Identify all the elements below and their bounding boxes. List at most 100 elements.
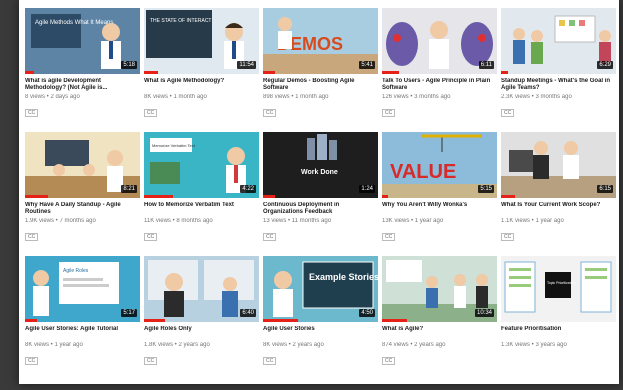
video-meta: 11K views • 8 months ago: [144, 218, 213, 224]
video-meta: 13K views • 1 year ago: [382, 218, 444, 224]
thumb-text: Topic Prioritization: [547, 281, 575, 285]
video-title[interactable]: Agile User Stories: [263, 326, 378, 340]
video-thumbnail[interactable]: 6:29: [501, 8, 616, 74]
video-title[interactable]: Regular Demos - Boosting Agile Software: [263, 78, 378, 92]
upload-age: 7 months ago: [59, 218, 96, 224]
video-duration: 5:18: [121, 61, 137, 69]
video-title[interactable]: Agile Roles Only: [144, 326, 259, 340]
cc-badge: CC: [501, 109, 515, 117]
video-duration: 1:24: [359, 185, 375, 193]
thumb-text: Work Done: [301, 169, 338, 176]
video-title[interactable]: What is agile Development Methodology? (…: [25, 78, 140, 92]
video-title[interactable]: Standup Meetings - What's the Goal in Ag…: [501, 78, 616, 92]
upload-age: 1 month ago: [173, 94, 207, 100]
watch-progress: [501, 195, 515, 198]
watch-progress: [25, 71, 35, 74]
video-meta: 898 views • 1 month ago: [263, 94, 329, 100]
video-title[interactable]: What is Agile?: [382, 326, 497, 340]
view-count: 1.3K views: [501, 342, 531, 348]
watch-progress: [501, 71, 508, 74]
thumbnail-art: Topic Prioritization: [501, 256, 616, 322]
video-thumbnail[interactable]: VALUE 5:15: [382, 132, 497, 198]
video-title[interactable]: Agile User Stories: Agile Tutorial: [25, 326, 140, 340]
upload-age: 1 month ago: [295, 94, 329, 100]
video-card[interactable]: THE STATE OF INTERACT 11:54 What is Agil…: [144, 8, 259, 132]
watch-progress: [144, 195, 173, 198]
upload-age: 1 year ago: [535, 218, 564, 224]
video-card[interactable]: Memorize Verbatim Text 4:22 How to Memor…: [144, 132, 259, 256]
watch-progress: [263, 71, 275, 74]
video-thumbnail[interactable]: Agile Roles 5:17: [25, 256, 140, 322]
video-title[interactable]: Why You Aren't Willy Wonka's: [382, 202, 497, 216]
video-card[interactable]: 6:15 What Is Your Current Work Scope? 1.…: [501, 132, 616, 256]
video-card[interactable]: Agile Roles 5:17 Agile User Stories: Agi…: [25, 256, 140, 380]
video-card[interactable]: VALUE 5:15 Why You Aren't Willy Wonka's …: [382, 132, 497, 256]
video-meta: 1.9K views • 7 months ago: [25, 218, 96, 224]
view-count: 898 views: [263, 94, 290, 100]
video-thumbnail[interactable]: Topic Prioritization: [501, 256, 616, 322]
watch-progress: [25, 319, 37, 322]
video-meta: 126 views • 3 months ago: [382, 94, 451, 100]
video-title[interactable]: Why Have A Daily Standup - Agile Routine…: [25, 202, 140, 216]
video-thumbnail[interactable]: 10:34: [382, 256, 497, 322]
view-count: 13 views: [263, 218, 287, 224]
video-thumbnail[interactable]: 8:21: [25, 132, 140, 198]
video-title[interactable]: What Is Your Current Work Scope?: [501, 202, 616, 216]
video-card[interactable]: Topic Prioritization Feature Prioritisat…: [501, 256, 616, 380]
video-meta: 1.3K views • 3 years ago: [501, 342, 567, 348]
video-title[interactable]: How to Memorize Verbatim Text: [144, 202, 259, 216]
video-duration: 8:21: [121, 185, 137, 193]
video-grid: Agile Methods What It Means 5:18 What is…: [25, 8, 616, 380]
video-card[interactable]: 6:29 Standup Meetings - What's the Goal …: [501, 8, 616, 132]
upload-age: 11 months ago: [291, 218, 332, 224]
video-duration: 5:15: [478, 185, 494, 193]
thumb-text: Agile Methods What It Means: [35, 20, 113, 26]
cc-badge: CC: [263, 109, 277, 117]
video-card[interactable]: Example Stories 4:50 Agile User Stories …: [263, 256, 378, 380]
video-duration: 10:34: [474, 309, 494, 317]
video-title[interactable]: What is Agile Methodology?: [144, 78, 259, 92]
video-meta: 8K views • 1 month ago: [144, 94, 207, 100]
video-thumbnail[interactable]: Work Done 1:24: [263, 132, 378, 198]
view-count: 8K views: [144, 94, 169, 100]
video-thumbnail[interactable]: 6:11: [382, 8, 497, 74]
video-thumbnail[interactable]: Agile Methods What It Means 5:18: [25, 8, 140, 74]
video-thumbnail[interactable]: Memorize Verbatim Text 4:22: [144, 132, 259, 198]
view-count: 8 views: [25, 94, 46, 100]
video-card[interactable]: 6:40 Agile Roles Only 1.8K views • 2 yea…: [144, 256, 259, 380]
cc-badge: CC: [263, 357, 277, 365]
video-duration: 6:40: [240, 309, 256, 317]
video-card[interactable]: DEMOS 5:41 Regular Demos - Boosting Agil…: [263, 8, 378, 132]
thumb-text: THE STATE OF INTERACT: [150, 18, 211, 24]
video-meta: 13 views • 11 months ago: [263, 218, 332, 224]
video-duration: 4:22: [240, 185, 256, 193]
video-thumbnail[interactable]: 6:40: [144, 256, 259, 322]
video-duration: 6:29: [597, 61, 613, 69]
video-card[interactable]: 6:11 Talk To Users - Agile Principle in …: [382, 8, 497, 132]
video-title[interactable]: Talk To Users - Agile Principle in Plain…: [382, 78, 497, 92]
video-thumbnail[interactable]: DEMOS 5:41: [263, 8, 378, 74]
cc-badge: CC: [25, 233, 39, 241]
video-meta: 874 views • 2 years ago: [382, 342, 446, 348]
video-duration: 6:11: [478, 61, 494, 69]
upload-age: 1 year ago: [54, 342, 83, 348]
video-thumbnail[interactable]: Example Stories 4:50: [263, 256, 378, 322]
view-count: 8K views: [263, 342, 288, 348]
video-title[interactable]: Feature Prioritisation: [501, 326, 616, 340]
view-count: 2.3K views: [501, 94, 531, 100]
cc-badge: CC: [382, 109, 396, 117]
video-thumbnail[interactable]: 6:15: [501, 132, 616, 198]
video-card[interactable]: 8:21 Why Have A Daily Standup - Agile Ro…: [25, 132, 140, 256]
thumb-text: VALUE: [390, 161, 456, 183]
cc-badge: CC: [25, 109, 39, 117]
video-meta: 8 views • 2 days ago: [25, 94, 80, 100]
video-thumbnail[interactable]: THE STATE OF INTERACT 11:54: [144, 8, 259, 74]
video-card[interactable]: Work Done 1:24 Continuous Deployment in …: [263, 132, 378, 256]
video-duration: 5:17: [121, 309, 137, 317]
watch-progress: [263, 195, 275, 198]
video-duration: 11:54: [237, 61, 256, 69]
video-card[interactable]: 10:34 What is Agile? 874 views • 2 years…: [382, 256, 497, 380]
video-title[interactable]: Continuous Deployment in Organizations F…: [263, 202, 378, 216]
video-card[interactable]: Agile Methods What It Means 5:18 What is…: [25, 8, 140, 132]
view-count: 13K views: [382, 218, 410, 224]
